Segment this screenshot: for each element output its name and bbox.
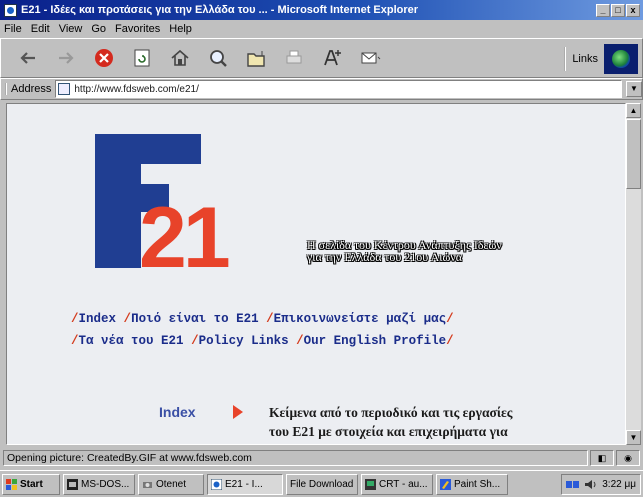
nav-slash: / — [296, 334, 304, 348]
logo-number: 21 — [139, 190, 229, 274]
chevron-down-icon[interactable]: ▼ — [626, 81, 642, 97]
minimize-button[interactable]: _ — [596, 3, 610, 17]
refresh-icon[interactable] — [125, 43, 159, 73]
dialup-icon — [143, 481, 152, 488]
close-button[interactable]: x — [626, 3, 640, 17]
address-label: Address — [5, 83, 51, 95]
start-button[interactable]: Start — [2, 473, 60, 495]
start-label: Start — [20, 478, 43, 490]
links-toolbar: Links — [564, 44, 638, 74]
nav-link-english[interactable]: Our English Profile — [304, 334, 447, 348]
window-titlebar[interactable]: E21 - Ιδέες και προτάσεις για την Ελλάδα… — [0, 0, 643, 20]
menu-file[interactable]: File — [4, 23, 22, 35]
nav-slash: / — [71, 334, 79, 348]
address-input[interactable]: http://www.fdsweb.com/e21/ — [55, 80, 622, 98]
back-icon[interactable] — [11, 43, 45, 73]
taskbar: Start MS-DOS... Otenet E21 - I... File D… — [0, 470, 643, 497]
index-description: Κείμενα από το περιοδικό και τις εργασίε… — [269, 403, 619, 441]
nav-link-policy[interactable]: Policy Links — [199, 334, 289, 348]
tagline: Η σελίδα του Κέντρου Ανάπτυξης Ιδεών για… — [307, 239, 502, 263]
nav-row-2: /Τα νέα του E21 /Policy Links /Our Engli… — [71, 334, 454, 348]
ie-page-icon — [211, 478, 222, 490]
window-controls: _ □ x — [596, 3, 640, 17]
nav-row-1: /Index /Ποιό είναι το E21 /Επικοινωνείστ… — [71, 312, 454, 326]
index-description-line-1: Κείμενα από το περιοδικό και τις εργασίε… — [269, 405, 513, 420]
task-file-download[interactable]: File Download — [286, 473, 358, 495]
favorites-icon[interactable] — [239, 43, 273, 73]
vertical-scrollbar[interactable]: ▲ ▼ — [626, 103, 641, 445]
msdos-icon — [67, 478, 78, 490]
nav-slash: / — [446, 312, 454, 326]
system-tray: 3:22 μμ — [561, 474, 641, 495]
windows-logo-icon — [6, 478, 17, 490]
page-icon — [58, 83, 71, 95]
home-icon[interactable] — [163, 43, 197, 73]
task-label: MS-DOS... — [81, 478, 130, 490]
nav-link-about[interactable]: Ποιό είναι το E21 — [131, 312, 259, 326]
index-section-link[interactable]: Index — [159, 404, 196, 420]
menu-help[interactable]: Help — [169, 23, 192, 35]
nav-slash: / — [191, 334, 199, 348]
arrow-right-icon[interactable] — [231, 404, 245, 420]
paint-icon — [440, 478, 451, 490]
task-crt[interactable]: CRT - au... — [361, 473, 433, 495]
menu-bar: File Edit View Go Favorites Help — [0, 20, 643, 38]
page-content: 21 Η σελίδα του Κέντρου Ανάπτυξης Ιδεών … — [6, 103, 626, 445]
index-description-line-2: του E21 με στοιχεία και επιχειρήματα για — [269, 424, 508, 439]
scroll-thumb[interactable] — [626, 119, 641, 189]
menu-view[interactable]: View — [59, 23, 83, 35]
task-e21-active[interactable]: E21 - I... — [207, 473, 283, 495]
print-icon[interactable] — [277, 43, 311, 73]
standard-toolbar: Links — [0, 38, 643, 78]
ie-app-icon[interactable] — [4, 3, 17, 17]
font-icon[interactable] — [315, 43, 349, 73]
mail-icon[interactable] — [353, 43, 387, 73]
status-progress-icon: ◧ — [590, 450, 614, 466]
status-bar: Opening picture: CreatedBy.GIF at www.fd… — [0, 448, 643, 468]
task-label: E21 - I... — [225, 478, 263, 490]
volume-icon[interactable] — [584, 479, 598, 490]
menu-go[interactable]: Go — [91, 23, 106, 35]
task-label: File Download — [290, 478, 354, 490]
e21-logo: 21 — [95, 134, 265, 286]
task-label: Otenet — [156, 478, 187, 490]
maximize-button[interactable]: □ — [611, 3, 625, 17]
tagline-line-2: για την Ελλάδα του 21ου Αιώνα — [307, 250, 463, 264]
forward-icon[interactable] — [49, 43, 83, 73]
nav-slash: / — [446, 334, 454, 348]
nav-slash: / — [71, 312, 79, 326]
nav-link-news[interactable]: Τα νέα του E21 — [79, 334, 184, 348]
nav-link-index[interactable]: Index — [79, 312, 117, 326]
menu-favorites[interactable]: Favorites — [115, 23, 160, 35]
menu-edit[interactable]: Edit — [31, 23, 50, 35]
terminal-icon — [365, 478, 376, 490]
task-msdos[interactable]: MS-DOS... — [63, 473, 135, 495]
status-text: Opening picture: CreatedBy.GIF at www.fd… — [3, 450, 588, 466]
links-button[interactable]: Links — [564, 47, 604, 71]
task-paint-shop[interactable]: Paint Sh... — [436, 473, 508, 495]
clock[interactable]: 3:22 μμ — [602, 479, 636, 490]
network-icon[interactable] — [566, 479, 580, 490]
stop-icon[interactable] — [87, 43, 121, 73]
ie-throbber-icon — [604, 44, 638, 74]
task-label: CRT - au... — [379, 478, 428, 490]
nav-link-contact[interactable]: Επικοινωνείστε μαζί μας — [274, 312, 447, 326]
task-label: Paint Sh... — [454, 478, 501, 490]
scroll-up-icon[interactable]: ▲ — [626, 103, 641, 118]
internet-zone-icon: ◉ — [616, 450, 640, 466]
search-icon[interactable] — [201, 43, 235, 73]
address-url: http://www.fdsweb.com/e21/ — [74, 83, 199, 95]
nav-slash: / — [266, 312, 274, 326]
nav-slash: / — [123, 312, 132, 326]
task-otenet[interactable]: Otenet — [138, 473, 204, 495]
scroll-down-icon[interactable]: ▼ — [626, 430, 641, 445]
window-title: E21 - Ιδέες και προτάσεις για την Ελλάδα… — [21, 4, 419, 16]
address-bar: Address http://www.fdsweb.com/e21/ ▼ — [0, 78, 643, 100]
